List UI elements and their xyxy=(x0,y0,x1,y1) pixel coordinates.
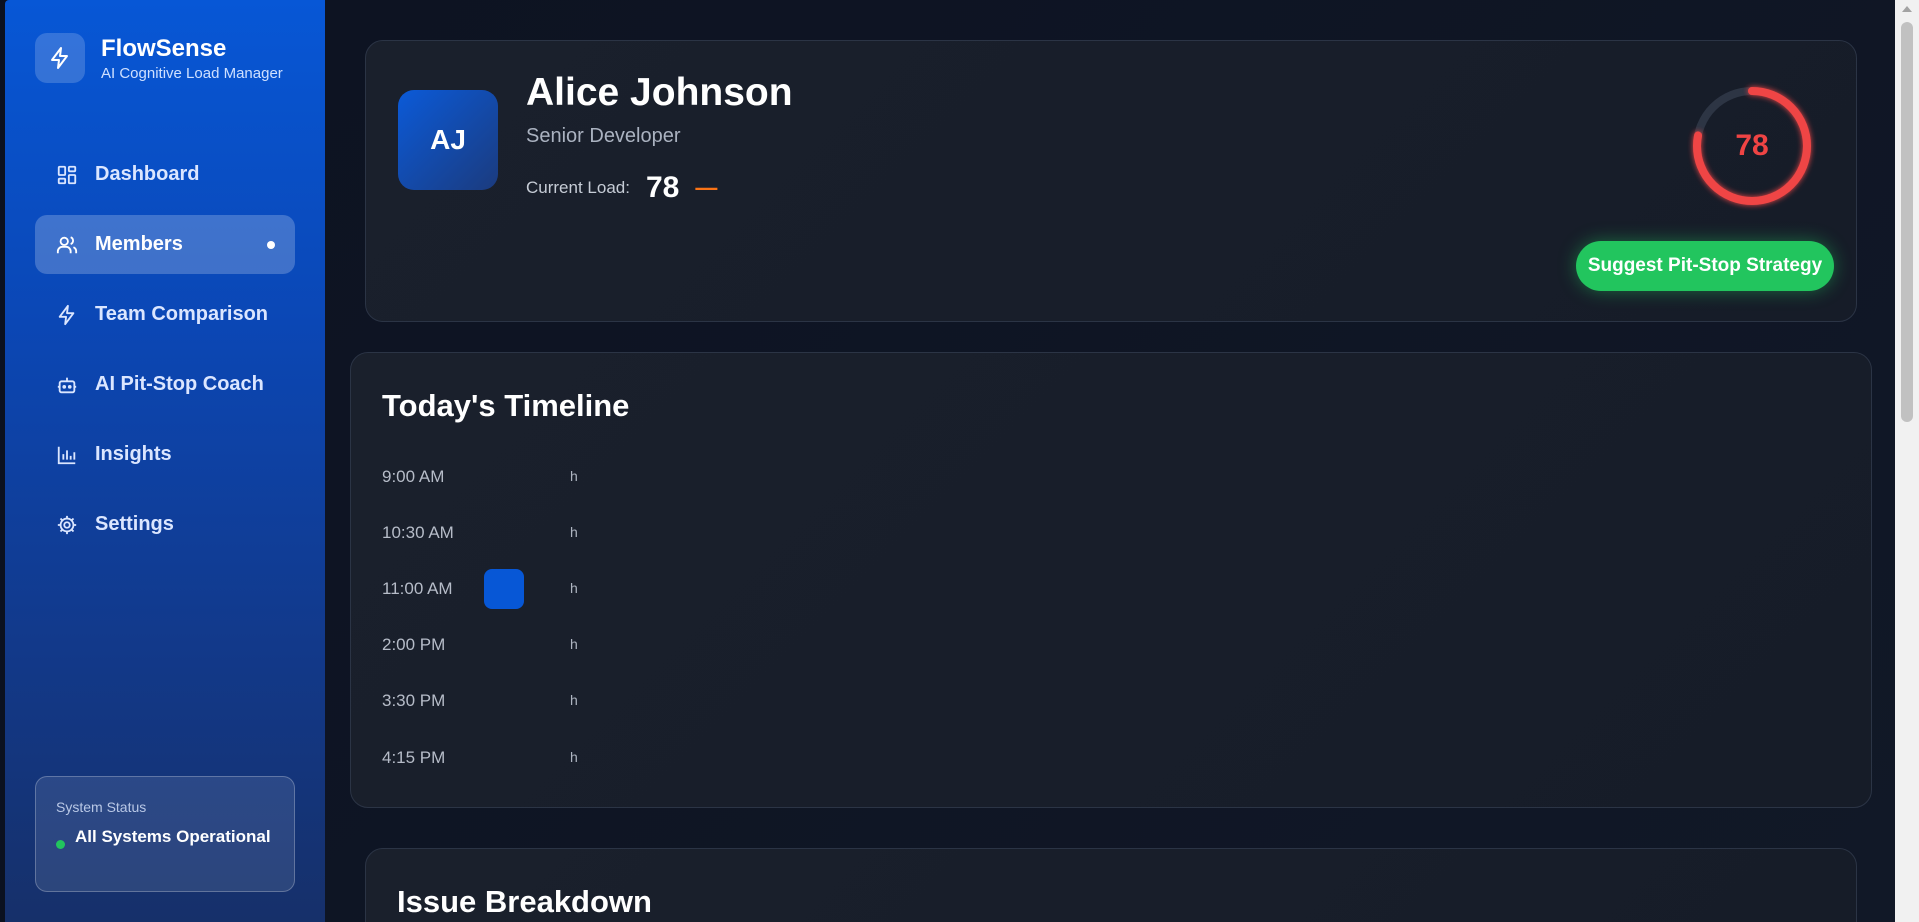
system-status-title: System Status xyxy=(56,799,147,815)
member-name: Alice Johnson xyxy=(526,71,793,114)
timeline-duration: h xyxy=(570,749,578,765)
avatar: AJ xyxy=(398,90,498,190)
timeline-row[interactable]: 11:00 AM h xyxy=(382,569,682,609)
timeline-card: Today's Timeline 9:00 AM h 10:30 AM h 11… xyxy=(350,352,1872,808)
load-gauge: 78 xyxy=(1687,81,1817,211)
member-role: Senior Developer xyxy=(526,125,681,147)
gear-icon xyxy=(55,513,79,537)
main-content: AJ Alice Johnson Senior Developer Curren… xyxy=(325,0,1895,922)
sidebar-item-settings[interactable]: Settings xyxy=(35,495,295,554)
brand-subtitle: AI Cognitive Load Manager xyxy=(101,64,283,82)
timeline-time: 3:30 PM xyxy=(382,691,446,710)
sidebar-item-label: Members xyxy=(95,233,183,255)
timeline-time: 2:00 PM xyxy=(382,635,446,654)
sidebar-item-team-comparison[interactable]: Team Comparison xyxy=(35,285,295,344)
brand-name: FlowSense xyxy=(101,34,227,62)
users-icon xyxy=(55,233,79,257)
timeline-duration: h xyxy=(570,636,578,652)
bar-chart-icon xyxy=(55,443,79,467)
sidebar: FlowSense AI Cognitive Load Manager Dash… xyxy=(5,0,325,922)
sidebar-nav: Dashboard Members Team Comparison AI Pit… xyxy=(35,145,295,565)
bolt-icon xyxy=(55,303,79,327)
sidebar-item-label: AI Pit-Stop Coach xyxy=(95,373,264,395)
brand[interactable]: FlowSense AI Cognitive Load Manager xyxy=(35,33,283,83)
sidebar-item-label: Team Comparison xyxy=(95,303,268,325)
timeline-duration: h xyxy=(570,692,578,708)
timeline-time: 4:15 PM xyxy=(382,748,446,767)
sidebar-item-ai-pit-stop-coach[interactable]: AI Pit-Stop Coach xyxy=(35,355,295,414)
timeline-row[interactable]: 10:30 AM h xyxy=(382,513,682,553)
timeline-row[interactable]: 3:30 PM h xyxy=(382,681,682,721)
timeline-time: 11:00 AM xyxy=(382,579,453,598)
timeline-time: 10:30 AM xyxy=(382,523,454,542)
system-status-card: System Status All Systems Operational xyxy=(35,776,295,892)
vertical-scrollbar[interactable] xyxy=(1895,0,1919,922)
sidebar-item-dashboard[interactable]: Dashboard xyxy=(35,145,295,204)
current-load-label: Current Load: xyxy=(526,178,630,197)
sidebar-item-label: Insights xyxy=(95,443,172,465)
gauge-value: 78 xyxy=(1735,129,1769,162)
timeline-row[interactable]: 2:00 PM h xyxy=(382,625,682,665)
bolt-icon xyxy=(35,33,85,83)
timeline-duration: h xyxy=(570,468,578,484)
timeline-duration: h xyxy=(570,524,578,540)
current-load: Current Load: 78 — xyxy=(526,171,717,205)
trend-indicator: — xyxy=(695,175,718,200)
suggest-pit-stop-button[interactable]: Suggest Pit-Stop Strategy xyxy=(1576,241,1834,291)
issue-breakdown-card: Issue Breakdown xyxy=(365,848,1857,922)
current-load-value: 78 xyxy=(645,171,680,204)
timeline-duration: h xyxy=(570,580,578,596)
timeline-row[interactable]: 9:00 AM h xyxy=(382,457,682,497)
timeline-event-block[interactable] xyxy=(484,569,524,609)
sidebar-item-label: Dashboard xyxy=(95,163,200,185)
sidebar-item-label: Settings xyxy=(95,513,174,535)
scroll-up-icon[interactable] xyxy=(1902,6,1912,12)
grid-icon xyxy=(55,163,79,187)
issue-breakdown-title: Issue Breakdown xyxy=(397,884,652,919)
active-indicator xyxy=(267,240,275,249)
status-indicator xyxy=(56,840,65,849)
timeline-row[interactable]: 4:15 PM h xyxy=(382,738,682,778)
scrollbar-thumb[interactable] xyxy=(1901,22,1913,422)
sidebar-item-members[interactable]: Members xyxy=(35,215,295,274)
robot-icon xyxy=(55,373,79,397)
sidebar-item-insights[interactable]: Insights xyxy=(35,425,295,484)
member-profile-card: AJ Alice Johnson Senior Developer Curren… xyxy=(365,40,1857,322)
timeline-title: Today's Timeline xyxy=(382,388,630,423)
timeline-time: 9:00 AM xyxy=(382,467,445,486)
system-status-text: All Systems Operational xyxy=(75,827,271,846)
